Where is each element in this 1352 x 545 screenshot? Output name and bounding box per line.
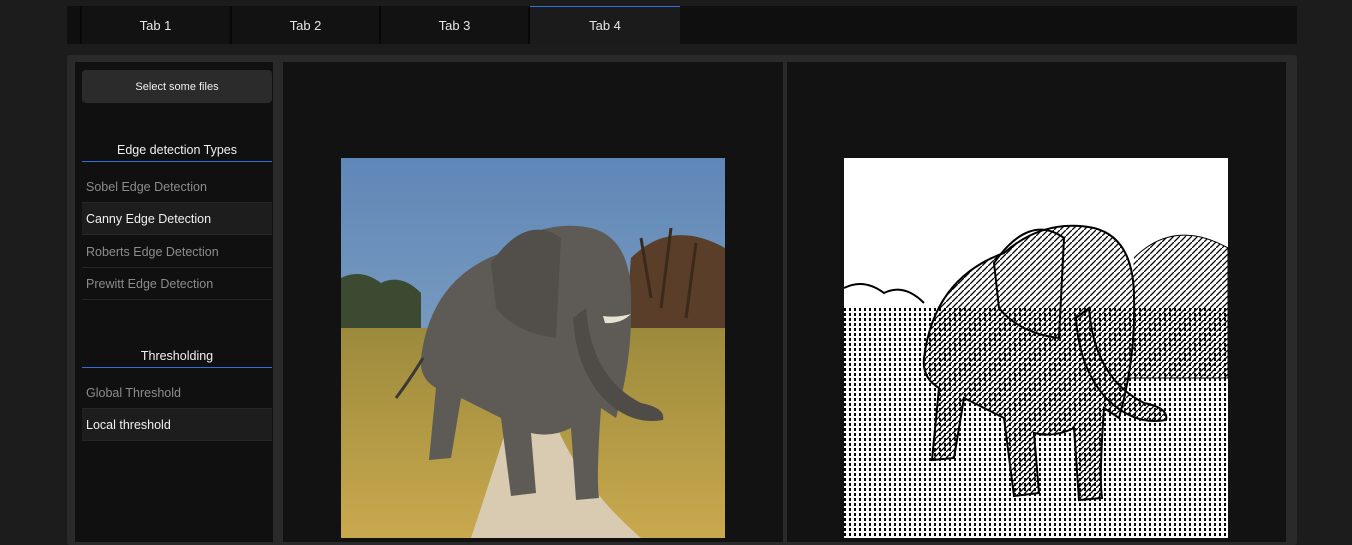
thresholding-section-title: Thresholding <box>82 347 272 368</box>
edge-detection-section-title: Edge detection Types <box>82 141 272 162</box>
select-files-button[interactable]: Select some files <box>82 70 272 103</box>
sidebar-item-prewitt[interactable]: Prewitt Edge Detection <box>82 268 272 300</box>
input-image-viewer <box>283 62 783 542</box>
tab-4[interactable]: Tab 4 <box>530 6 680 44</box>
sidebar-item-global-threshold[interactable]: Global Threshold <box>82 377 272 409</box>
input-image <box>341 158 725 538</box>
sidebar-item-sobel[interactable]: Sobel Edge Detection <box>82 171 272 203</box>
tab-1[interactable]: Tab 1 <box>82 6 229 44</box>
sidebar-item-canny[interactable]: Canny Edge Detection <box>82 203 272 235</box>
tab-2[interactable]: Tab 2 <box>232 6 379 44</box>
tab-bar: Tab 1 Tab 2 Tab 3 Tab 4 <box>67 6 1297 44</box>
sidebar-item-local-threshold[interactable]: Local threshold <box>82 409 272 441</box>
main-panel: Select some files Edge detection Types S… <box>67 55 1297 545</box>
sidebar: Select some files Edge detection Types S… <box>75 62 273 542</box>
sidebar-item-roberts[interactable]: Roberts Edge Detection <box>82 236 272 268</box>
output-image-viewer <box>787 62 1286 542</box>
tab-3[interactable]: Tab 3 <box>381 6 528 44</box>
output-image <box>844 158 1228 538</box>
